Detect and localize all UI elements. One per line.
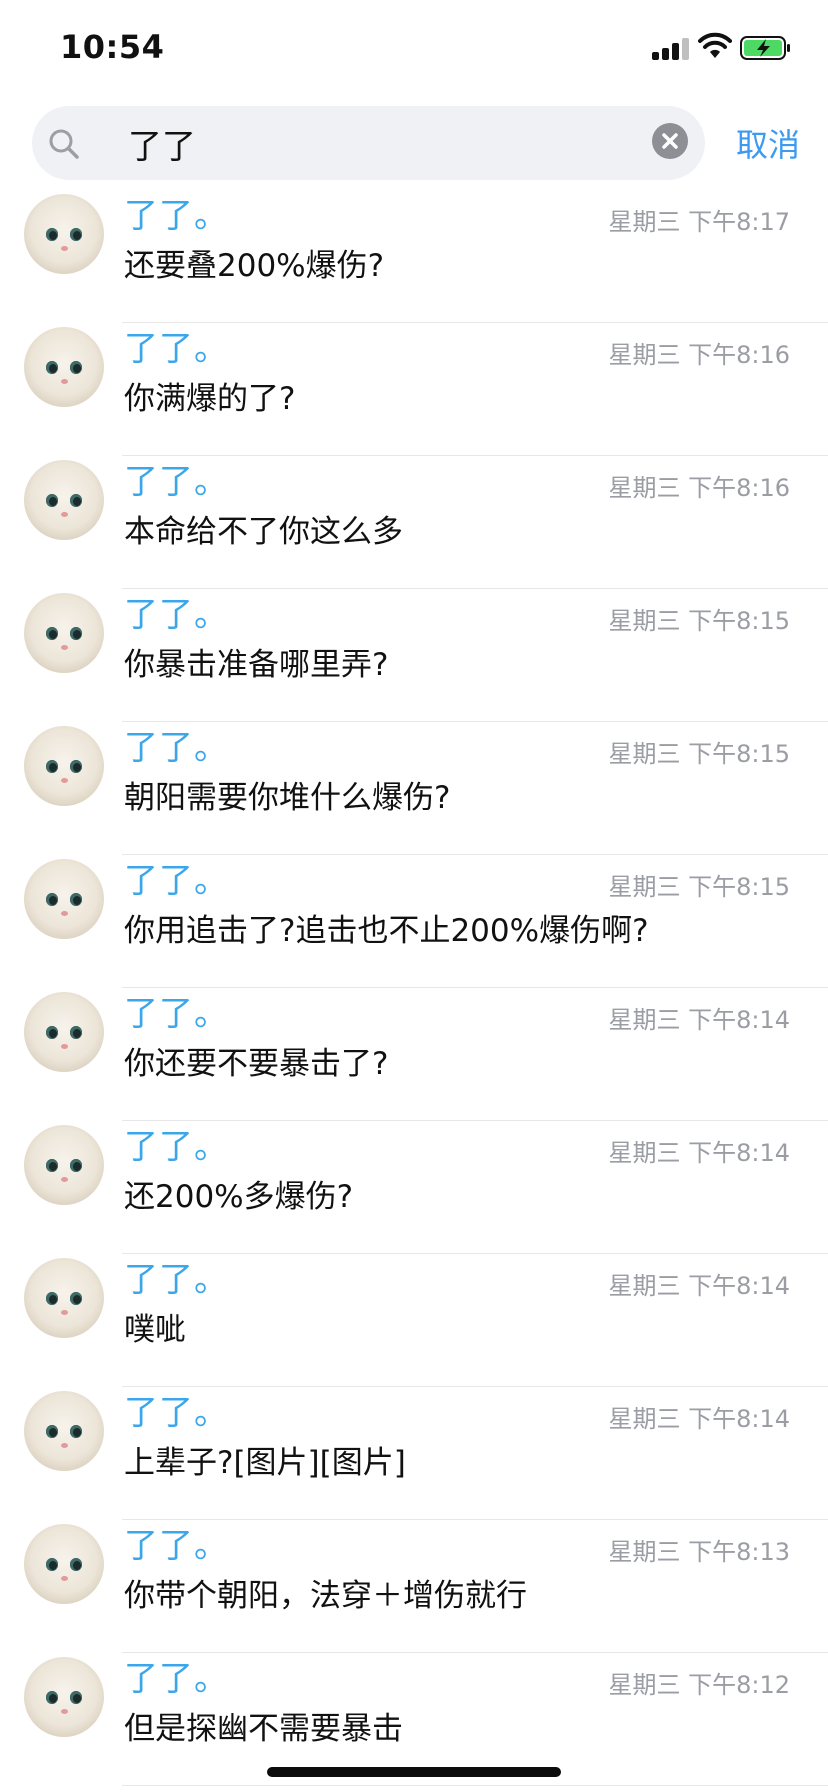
message-time: 星期三 下午8:16 [608, 341, 790, 369]
message-time: 星期三 下午8:14 [608, 1272, 790, 1300]
sender-name: 了了。 [124, 1127, 229, 1167]
list-item[interactable]: 了了。 星期三 下午8:14 还200%多爆伤? [0, 1121, 828, 1254]
list-item[interactable]: 了了。 星期三 下午8:15 朝阳需要你堆什么爆伤? [0, 722, 828, 855]
avatar[interactable] [24, 327, 104, 407]
message-text: 你满爆的了? [124, 381, 296, 417]
avatar[interactable] [24, 1524, 104, 1604]
search-box[interactable] [32, 106, 705, 180]
message-time: 星期三 下午8:16 [608, 474, 790, 502]
avatar[interactable] [24, 726, 104, 806]
status-bar: 10:54 [0, 0, 828, 100]
avatar[interactable] [24, 460, 104, 540]
list-item[interactable]: 了了。 星期三 下午8:14 噗呲 [0, 1254, 828, 1387]
status-time: 10:54 [60, 28, 165, 66]
sender-name: 了了。 [124, 196, 229, 236]
message-time: 星期三 下午8:14 [608, 1139, 790, 1167]
avatar[interactable] [24, 1391, 104, 1471]
search-input[interactable] [98, 118, 668, 168]
avatar[interactable] [24, 1258, 104, 1338]
message-text: 还200%多爆伤? [124, 1179, 354, 1215]
list-item[interactable]: 了了。 星期三 下午8:16 本命给不了你这么多 [0, 456, 828, 589]
message-time: 星期三 下午8:14 [608, 1405, 790, 1433]
message-time: 星期三 下午8:15 [608, 740, 790, 768]
sender-name: 了了。 [124, 595, 229, 635]
message-time: 星期三 下午8:12 [608, 1671, 790, 1699]
message-text: 还要叠200%爆伤? [124, 248, 385, 284]
list-item[interactable]: 了了。 星期三 下午8:15 你暴击准备哪里弄? [0, 589, 828, 722]
avatar[interactable] [24, 1125, 104, 1205]
message-text: 你暴击准备哪里弄? [124, 647, 389, 683]
search-icon [49, 129, 79, 159]
clear-icon [662, 133, 678, 149]
battery-charging-icon [740, 36, 790, 60]
divider [122, 1785, 828, 1786]
message-time: 星期三 下午8:15 [608, 873, 790, 901]
message-text: 你带个朝阳，法穿＋增伤就行 [124, 1578, 527, 1614]
list-item[interactable]: 了了。 星期三 下午8:17 还要叠200%爆伤? [0, 190, 828, 323]
message-time: 星期三 下午8:17 [608, 208, 790, 236]
message-text: 你用追击了?追击也不止200%爆伤啊? [124, 913, 649, 949]
message-text: 朝阳需要你堆什么爆伤? [124, 780, 451, 816]
sender-name: 了了。 [124, 994, 229, 1034]
search-bar: 取消 [0, 106, 828, 182]
sender-name: 了了。 [124, 1260, 229, 1300]
sender-name: 了了。 [124, 1393, 229, 1433]
avatar[interactable] [24, 992, 104, 1072]
list-item[interactable]: 了了。 星期三 下午8:15 你用追击了?追击也不止200%爆伤啊? [0, 855, 828, 988]
sender-name: 了了。 [124, 861, 229, 901]
sender-name: 了了。 [124, 329, 229, 369]
clear-search-button[interactable] [652, 123, 688, 159]
sender-name: 了了。 [124, 1526, 229, 1566]
message-time: 星期三 下午8:15 [608, 607, 790, 635]
avatar[interactable] [24, 1657, 104, 1737]
avatar[interactable] [24, 859, 104, 939]
sender-name: 了了。 [124, 462, 229, 502]
message-time: 星期三 下午8:14 [608, 1006, 790, 1034]
message-text: 但是探幽不需要暴击 [124, 1711, 403, 1747]
list-item[interactable]: 了了。 星期三 下午8:16 你满爆的了? [0, 323, 828, 456]
sender-name: 了了。 [124, 728, 229, 768]
cancel-button[interactable]: 取消 [736, 120, 800, 166]
list-item[interactable]: 了了。 星期三 下午8:14 你还要不要暴击了? [0, 988, 828, 1121]
message-text: 本命给不了你这么多 [124, 514, 403, 550]
sender-name: 了了。 [124, 1659, 229, 1699]
list-item[interactable]: 了了。 星期三 下午8:14 上辈子?[图片][图片] [0, 1387, 828, 1520]
list-item[interactable]: 了了。 星期三 下午8:13 你带个朝阳，法穿＋增伤就行 [0, 1520, 828, 1653]
message-text: 你还要不要暴击了? [124, 1046, 389, 1082]
wifi-icon [698, 32, 732, 58]
signal-icon [652, 38, 692, 60]
avatar[interactable] [24, 593, 104, 673]
message-text: 噗呲 [124, 1312, 186, 1348]
avatar[interactable] [24, 194, 104, 274]
message-time: 星期三 下午8:13 [608, 1538, 790, 1566]
home-indicator [267, 1767, 561, 1777]
message-text: 上辈子?[图片][图片] [124, 1445, 406, 1481]
search-results-list: 了了。 星期三 下午8:17 还要叠200%爆伤? 了了。 星期三 下午8:16 你满爆的… [0, 190, 828, 1786]
